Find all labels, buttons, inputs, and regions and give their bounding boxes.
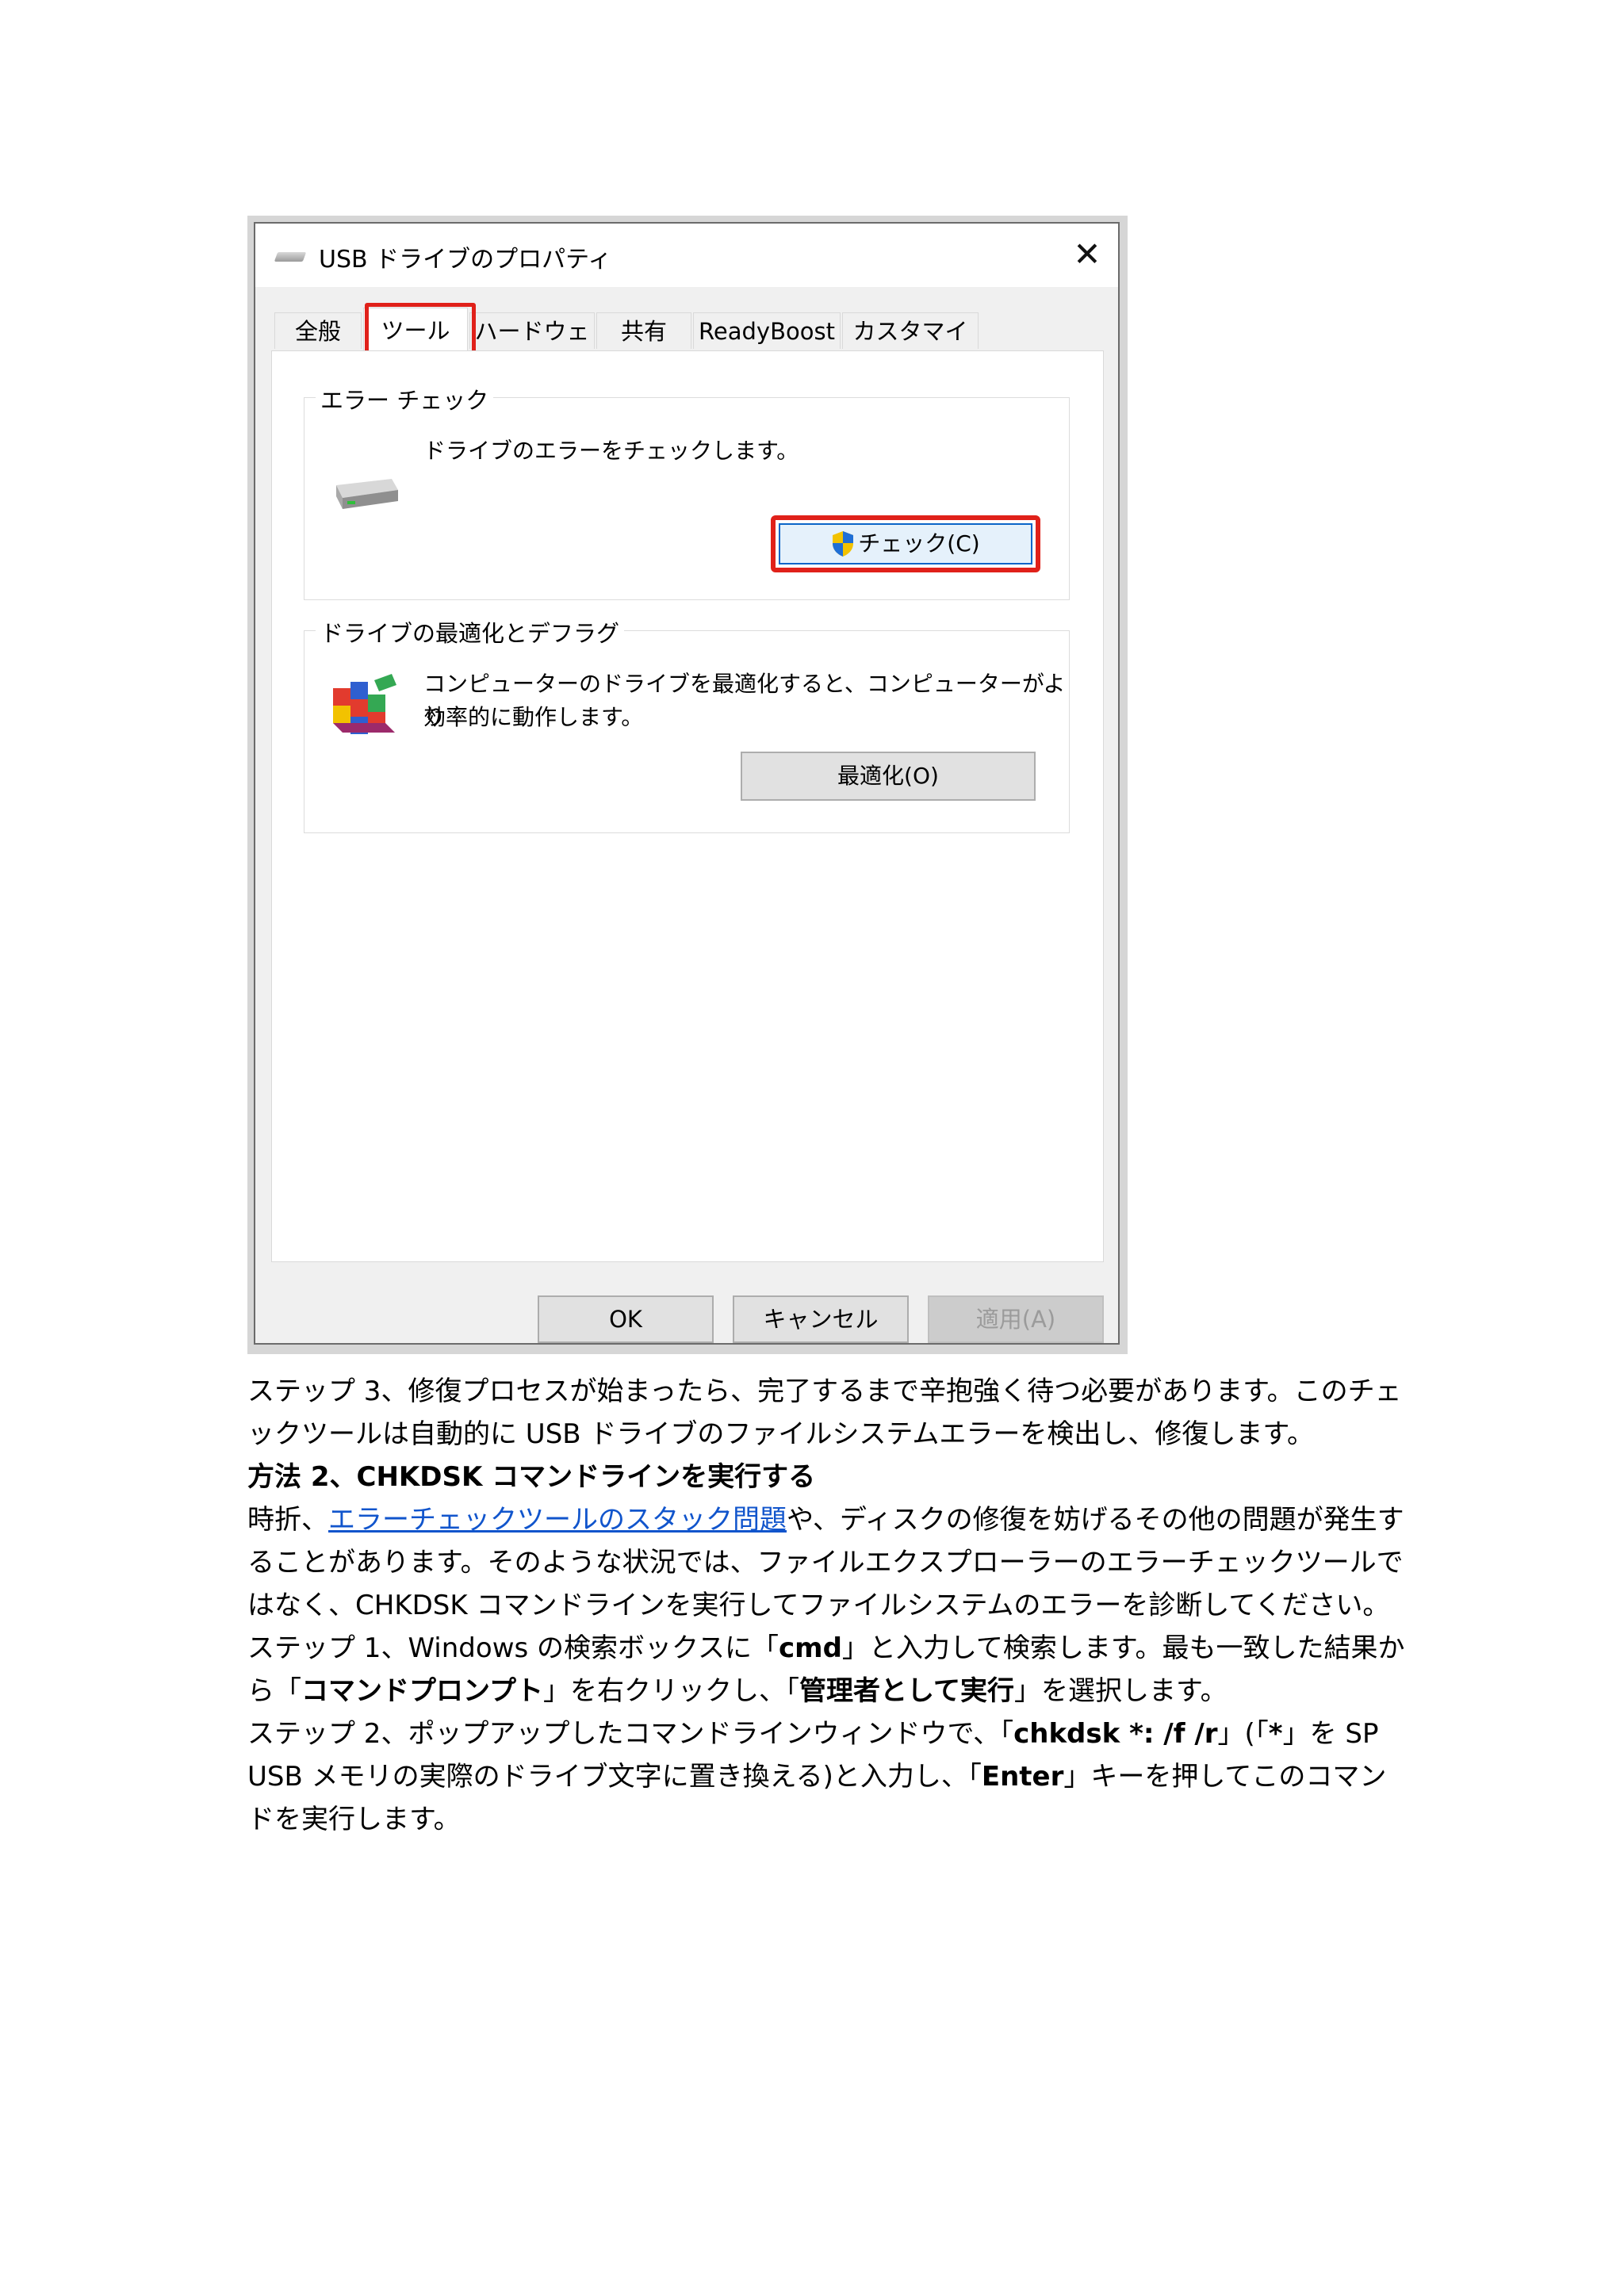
step2-text-a: ステップ 2、ポップアップしたコマンドラインウィンドウで、「 xyxy=(247,1718,1014,1750)
step2-chkdsk-command: chkdsk *: /f /r xyxy=(1013,1718,1218,1750)
step1-text-a: ステップ 1、Windows の検索ボックスに「 xyxy=(247,1632,779,1664)
ok-button[interactable]: OK xyxy=(538,1295,714,1343)
optimize-button[interactable]: 最適化(O) xyxy=(741,752,1036,801)
step2-paragraph: ステップ 2、ポップアップしたコマンドラインウィンドウで、「chkdsk *: … xyxy=(247,1712,1405,1841)
step1-cmd: cmd xyxy=(779,1632,842,1664)
step2-text-b: 」(「 xyxy=(1217,1718,1269,1750)
close-button[interactable]: ✕ xyxy=(1067,235,1107,274)
check-button[interactable]: チェック(C) xyxy=(779,523,1032,564)
title-bar: USB ドライブのプロパティ ✕ xyxy=(255,224,1118,287)
step1-text-c: 」を右クリックし、「 xyxy=(542,1675,799,1707)
error-check-group: エラー チェック ドライブのエラーをチェックします。 チェック(C) xyxy=(304,382,1070,600)
tools-panel: エラー チェック ドライブのエラーをチェックします。 チェック(C) ドライブの… xyxy=(271,350,1104,1262)
error-check-label: エラー チェック xyxy=(316,382,494,415)
cancel-button[interactable]: キャンセル xyxy=(733,1295,909,1343)
step3-paragraph: ステップ 3、修復プロセスが始まったら、完了するまで辛抱強く待つ必要があります。… xyxy=(247,1376,1402,1450)
dialog-title: USB ドライブのプロパティ xyxy=(319,246,612,274)
tab-sharing[interactable]: 共有 xyxy=(596,312,691,349)
stuck-issue-link[interactable]: エラーチェックツールのスタック問題 xyxy=(328,1504,787,1536)
defrag-icon xyxy=(333,674,396,734)
tools-tab-highlight xyxy=(365,303,476,355)
check-button-label: チェック(C) xyxy=(858,530,980,557)
usb-drive-icon xyxy=(336,479,398,509)
drive-icon xyxy=(274,252,307,262)
error-check-description: ドライブのエラーをチェックします。 xyxy=(423,438,799,464)
optimize-description-line2: 効率的に動作します。 xyxy=(423,704,644,730)
tab-hardware[interactable]: ハードウェア xyxy=(469,312,595,381)
apply-button: 適用(A) xyxy=(928,1295,1104,1343)
issue-paragraph: 時折、エラーチェックツールのスタック問題や、ディスクの修復を妨げるその他の問題が… xyxy=(247,1498,1405,1627)
step2-enter-key: Enter xyxy=(981,1761,1064,1793)
article-body: ステップ 3、修復プロセスが始まったら、完了するまで辛抱強く待つ必要があります。… xyxy=(247,1370,1405,1841)
step2-star: * xyxy=(1268,1718,1283,1750)
optimize-group: ドライブの最適化とデフラグ コンピューターのドライブを最適化すると、コンピュータ… xyxy=(304,615,1070,833)
tab-readyboost[interactable]: ReadyBoost xyxy=(693,312,841,349)
method2-heading: 方法 2、CHKDSK コマンドラインを実行する xyxy=(247,1461,816,1493)
step1-paragraph: ステップ 1、Windows の検索ボックスに「cmd」と入力して検索します。最… xyxy=(247,1627,1405,1712)
issue-paragraph-prefix: 時折、 xyxy=(247,1504,328,1536)
step1-command-prompt: コマンドプロンプト xyxy=(301,1675,543,1707)
uac-shield-icon xyxy=(833,531,854,557)
properties-dialog-screenshot: USB ドライブのプロパティ ✕ 全般 ツール ハードウェア 共有 ReadyB… xyxy=(247,216,1128,1354)
optimize-label: ドライブの最適化とデフラグ xyxy=(316,615,625,649)
step1-text-d: 」を選択します。 xyxy=(1013,1675,1228,1707)
tab-customize[interactable]: カスタマイズ xyxy=(842,312,979,381)
step1-run-as-admin: 管理者として実行 xyxy=(799,1675,1014,1707)
tab-general[interactable]: 全般 xyxy=(274,312,362,349)
usb-properties-dialog: USB ドライブのプロパティ ✕ 全般 ツール ハードウェア 共有 ReadyB… xyxy=(254,222,1120,1345)
